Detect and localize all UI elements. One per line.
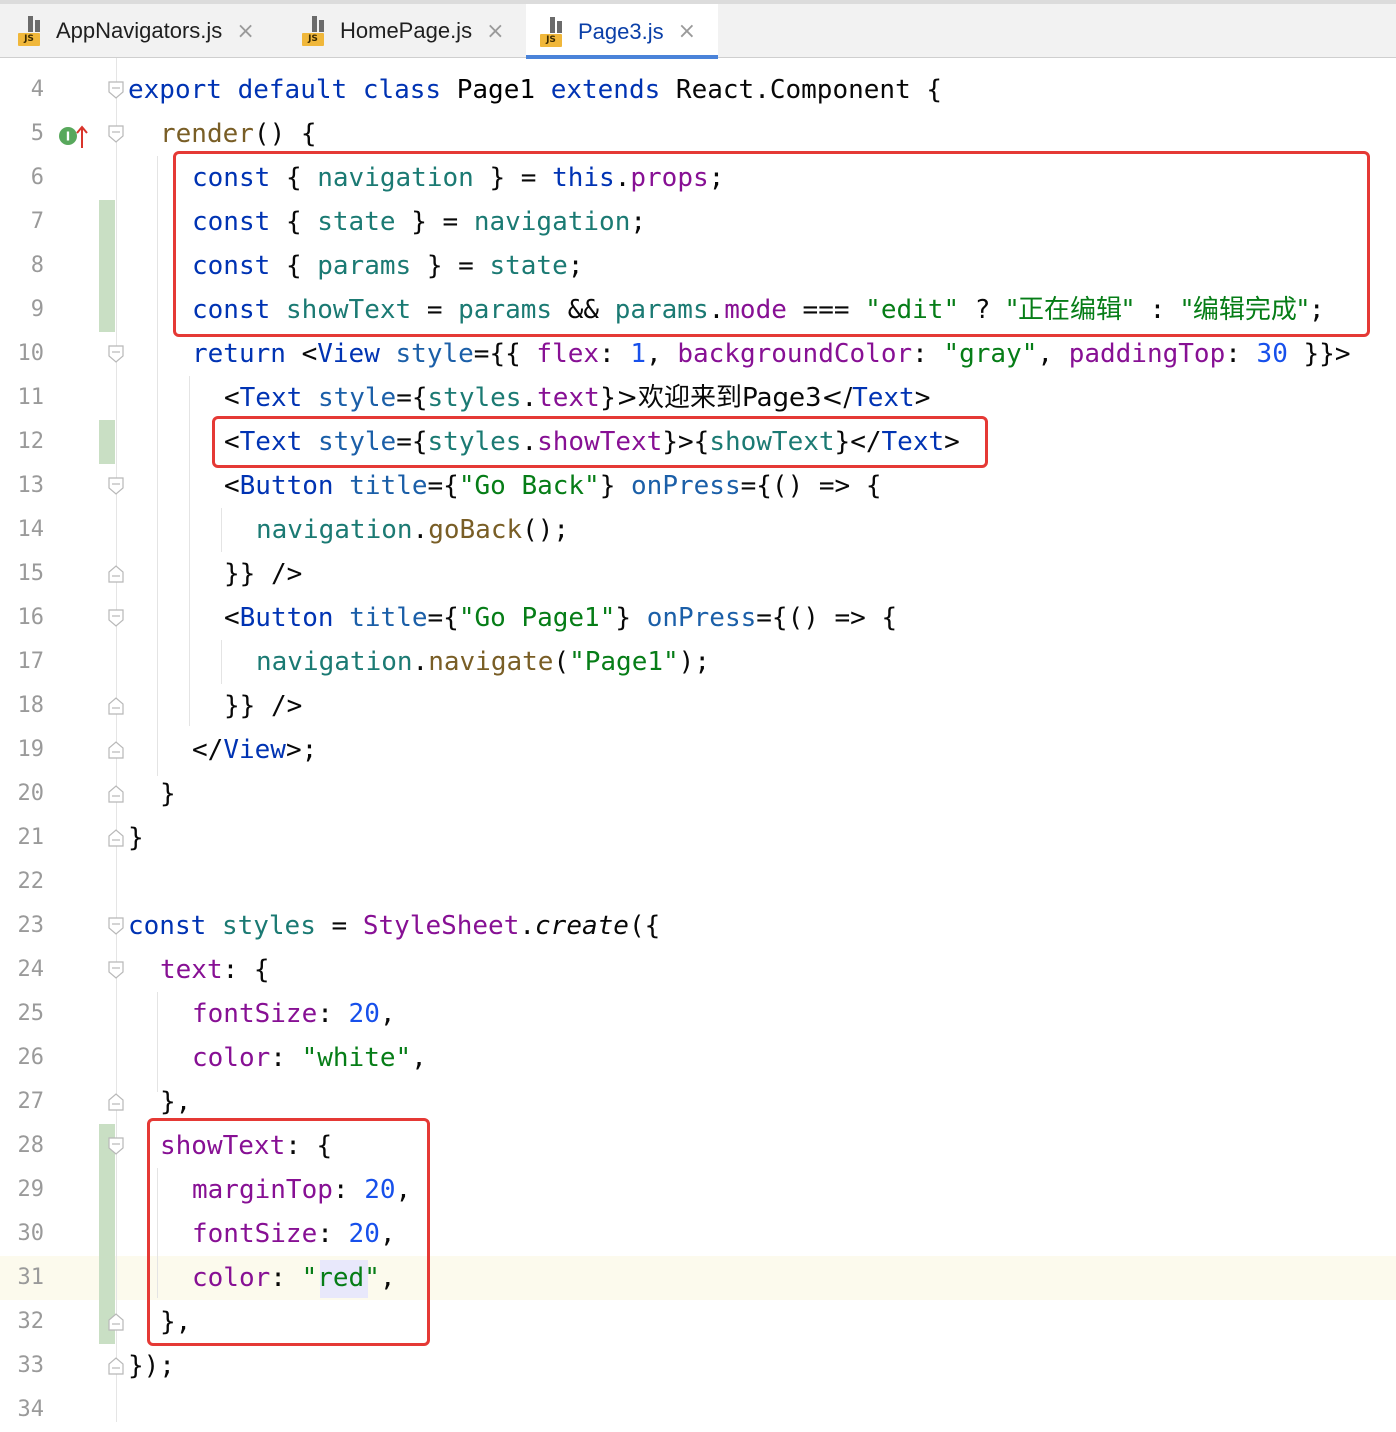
code-line-18: }} /> bbox=[224, 691, 303, 721]
code-line-16: <Button title={"Go Page1"} onPress={() =… bbox=[224, 603, 898, 633]
code-line-11: <Text style={styles.text}>欢迎来到Page3</Tex… bbox=[224, 383, 931, 413]
annotation-box-showtext-style bbox=[147, 1118, 430, 1346]
code-line-23: const styles = StyleSheet.create({ bbox=[128, 911, 661, 941]
code-line-5: render() { bbox=[160, 119, 317, 149]
code-line-4: export default class Page1 extends React… bbox=[128, 75, 943, 105]
code-line-17: navigation.navigate("Page1"); bbox=[256, 647, 710, 677]
code-line-24: text: { bbox=[160, 955, 270, 985]
annotation-box-const-block bbox=[173, 151, 1370, 337]
code-line-20: } bbox=[160, 779, 176, 809]
annotation-box-showtext-line bbox=[212, 416, 988, 468]
code-line-33: }); bbox=[128, 1351, 175, 1381]
code-line-10: return <View style={{ flex: 1, backgroun… bbox=[192, 339, 1351, 369]
code-line-19: </View>; bbox=[192, 735, 318, 765]
code-line-21: } bbox=[128, 823, 144, 853]
code-line-25: fontSize: 20, bbox=[192, 999, 396, 1029]
code-line-14: navigation.goBack(); bbox=[256, 515, 570, 545]
code-line-26: color: "white", bbox=[192, 1043, 427, 1073]
code-line-13: <Button title={"Go Back"} onPress={() =>… bbox=[224, 471, 882, 501]
code-line-15: }} /> bbox=[224, 559, 303, 589]
